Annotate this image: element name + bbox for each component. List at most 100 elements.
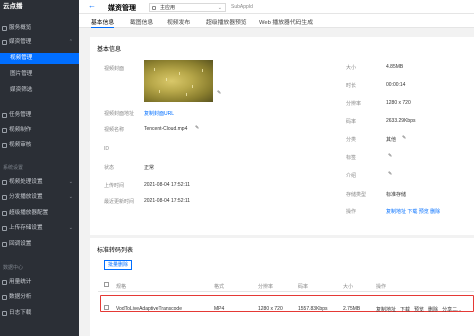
select-all-checkbox[interactable] (104, 282, 109, 287)
category-label: 分类 (346, 137, 357, 143)
cell-format: MP4 (214, 306, 225, 312)
sidebar-item-usage[interactable]: 用量统计 (0, 277, 79, 288)
preview-link[interactable]: 预览 (414, 307, 424, 313)
tab-basic-info[interactable]: 基本信息 (91, 17, 115, 28)
home-icon (2, 26, 7, 31)
copy-address-link[interactable]: 复制地址 (376, 307, 396, 313)
cover-label: 视频封面 (104, 66, 125, 72)
table-divider (98, 291, 474, 292)
status-label: 状态 (104, 165, 115, 171)
subappid-label: SubAppId (231, 4, 253, 10)
upload-icon (2, 226, 7, 231)
sidebar-item-media[interactable]: 媒资管理 ⌃ (0, 37, 79, 48)
sidebar-item-media-filter[interactable]: 媒资筛选 (0, 85, 79, 96)
sidebar-item-label: 服务概览 (9, 25, 32, 31)
cell-bitrate: 1557.83Kbps (298, 306, 328, 312)
upload-time-label: 上传时间 (104, 183, 125, 189)
sidebar-item-video-editing[interactable]: 视频制作 (0, 125, 79, 136)
media-icon (2, 40, 7, 45)
chevron-down-icon: ⌄ (217, 5, 222, 11)
clip-icon (2, 128, 7, 133)
edit-category-icon[interactable]: ✎ (402, 135, 406, 141)
app-select[interactable]: 主应用 ⌄ (149, 3, 226, 12)
sidebar-item-video-processing[interactable]: 视频处理设置 ⌄ (0, 177, 79, 188)
tab-screenshot-info[interactable]: 截图信息 (130, 17, 153, 28)
duration-label: 时长 (346, 83, 357, 89)
sidebar-item-label: 数据分析 (9, 294, 32, 300)
analytics-icon (2, 295, 7, 300)
topbar: ← 媒资管理 主应用 ⌄ SubAppId (79, 0, 474, 14)
resolution-value: 1280 x 720 (386, 100, 411, 106)
video-name: Tencent-Cloud.mp4 (144, 126, 188, 132)
cell-resolution: 1280 x 720 (258, 306, 283, 312)
tags-label: 标签 (346, 155, 357, 161)
storage-type-label: 存储类型 (346, 192, 367, 198)
log-icon (2, 311, 7, 316)
sidebar-item-distribution[interactable]: 分发播放设置 ⌄ (0, 192, 79, 203)
copy-cover-url-link[interactable]: 复制封面URL (144, 110, 174, 117)
edit-description-icon[interactable]: ✎ (388, 171, 392, 177)
sidebar-group-data: 数据中心 (3, 265, 24, 271)
chevron-down-icon: ⌄ (68, 179, 73, 185)
cover-url-label: 视频封面地址 (104, 111, 135, 117)
process-icon (2, 180, 7, 185)
tab-bar: 基本信息 截图信息 视频发布 超级播放器预览 Web 播放器代码生成 (79, 14, 474, 28)
sidebar-item-label: 媒资筛选 (10, 87, 33, 93)
update-time-label: 最近更新时间 (104, 199, 135, 205)
sidebar-item-label: 回调设置 (9, 241, 32, 247)
sidebar-item-label: 媒资管理 (9, 39, 32, 45)
column-header-actions: 操作 (376, 284, 387, 290)
back-arrow-icon[interactable]: ← (88, 1, 96, 10)
transcode-list-card: 标准转码列表 批量删除 规格 格式 分辨率 码率 大小 操作 VodToLive… (90, 238, 474, 336)
sidebar-item-player-config[interactable]: 超级播放器配置 (0, 208, 79, 219)
bitrate-value: 2633.29Kbps (386, 118, 416, 124)
sidebar-item-callback[interactable]: 回调设置 (0, 239, 79, 250)
share-link[interactable]: 分享二... (442, 307, 461, 313)
sidebar-item-label: 图片管理 (10, 71, 33, 77)
size-label: 大小 (346, 65, 357, 71)
sidebar-item-video-management[interactable]: 视频管理 (0, 53, 79, 64)
column-header-resolution: 分辨率 (258, 284, 274, 290)
id-label: ID (104, 146, 109, 152)
upload-time-value: 2021-08-04 17:52:11 (144, 182, 191, 188)
player-icon (2, 211, 7, 216)
tab-web-player-code[interactable]: Web 播放器代码生成 (259, 17, 313, 28)
edit-tags-icon[interactable]: ✎ (388, 153, 392, 159)
column-header-bitrate: 码率 (298, 284, 309, 290)
sidebar-item-analytics[interactable]: 数据分析 (0, 292, 79, 303)
sidebar-item-label: 上传存储设置 (9, 225, 43, 231)
row-checkbox[interactable] (104, 305, 109, 310)
tab-video-publish[interactable]: 视频发布 (167, 17, 190, 28)
sidebar-item-tasks[interactable]: 任务管理 (0, 110, 79, 121)
sidebar-item-video-audit[interactable]: 视频审核 (0, 140, 79, 151)
basic-info-card: 基本信息 视频封面 ✎ 视频封面地址 复制封面URL 视频名称 Tencent-… (90, 37, 474, 235)
sidebar-item-label: 视频管理 (10, 55, 33, 61)
sidebar-item-label: 视频审核 (9, 142, 32, 148)
tab-player-preview[interactable]: 超级播放器预览 (206, 17, 247, 28)
duration-value: 00:00:14 (386, 82, 406, 88)
column-header-format: 格式 (214, 284, 225, 290)
distribute-icon (2, 195, 7, 200)
status-value: 正常 (144, 165, 155, 171)
delete-link[interactable]: 删除 (428, 307, 438, 313)
size-value: 4.85MB (386, 64, 404, 70)
storage-type-value: 标准存储 (386, 192, 407, 198)
edit-cover-icon[interactable]: ✎ (217, 90, 221, 96)
cell-spec: VodToLiveAdaptiveTranscode (116, 306, 182, 312)
chevron-up-icon: ⌃ (68, 39, 73, 45)
usage-icon (2, 280, 7, 285)
sidebar-item-log-download[interactable]: 日志下载 (0, 308, 79, 319)
sidebar-item-upload-storage[interactable]: 上传存储设置 ⌄ (0, 223, 79, 234)
app-logo: 云点播 (3, 3, 23, 10)
cell-size: 2.75MB (343, 306, 361, 312)
operations-links[interactable]: 复制地址 下载 预览 删除 (386, 208, 440, 215)
video-cover-image (144, 60, 213, 102)
download-link[interactable]: 下载 (400, 307, 410, 313)
sidebar-item-overview[interactable]: 服务概览 (0, 23, 79, 34)
app-icon (152, 6, 156, 10)
sidebar-item-image-management[interactable]: 图片管理 (0, 69, 79, 80)
bitrate-label: 码率 (346, 119, 357, 125)
batch-delete-button[interactable]: 批量删除 (104, 260, 132, 270)
edit-name-icon[interactable]: ✎ (195, 125, 199, 131)
sidebar: 云点播 服务概览 媒资管理 ⌃ 视频管理 图片管理 媒资筛选 任务管理 视频制作… (0, 0, 79, 336)
